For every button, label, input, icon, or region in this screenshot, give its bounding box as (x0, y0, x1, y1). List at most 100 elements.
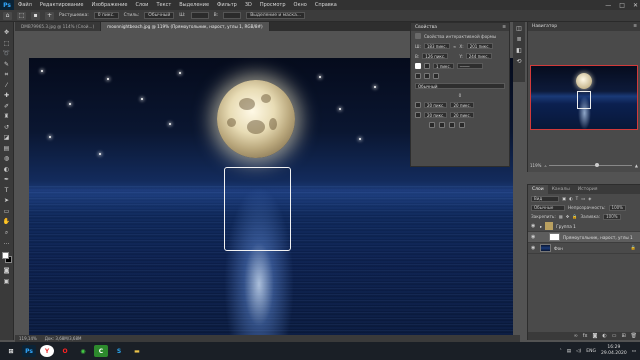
link-layers-icon[interactable]: ∞ (574, 333, 578, 339)
cap-icon[interactable] (424, 73, 430, 79)
add-selection-icon[interactable]: + (45, 11, 54, 20)
align-stroke-icon[interactable] (415, 73, 421, 79)
move-tool-icon[interactable]: ✥ (2, 28, 11, 37)
screen-mode-icon[interactable]: ▣ (2, 277, 11, 286)
type-tool-icon[interactable]: T (2, 186, 11, 195)
chrome-icon[interactable]: ◉ (76, 345, 90, 357)
lasso-tool-icon[interactable]: ➰ (2, 49, 11, 58)
properties-panel-icon[interactable]: ≣ (516, 36, 521, 43)
eye-icon[interactable]: ◉ (531, 234, 537, 240)
healing-tool-icon[interactable]: ✚ (2, 91, 11, 100)
eraser-tool-icon[interactable]: ◪ (2, 133, 11, 142)
rounded-rectangle-shape[interactable] (224, 167, 291, 251)
home-icon[interactable]: ⌂ (3, 11, 12, 20)
notifications-icon[interactable]: ▭ (632, 349, 636, 354)
adjustment-layer-icon[interactable]: ◐ (602, 333, 606, 339)
filter-pixel-icon[interactable]: ▣ (562, 196, 566, 201)
tab-history[interactable]: История (574, 185, 602, 194)
gradient-tool-icon[interactable]: ▤ (2, 144, 11, 153)
panel-menu-icon[interactable]: ≡ (633, 24, 637, 29)
path-select-tool-icon[interactable]: ➤ (2, 196, 11, 205)
adjustments-panel-icon[interactable]: ◧ (516, 47, 522, 54)
path-op-combine-icon[interactable] (429, 122, 435, 128)
photoshop-taskbar-icon[interactable]: Ps (22, 345, 36, 357)
camtasia-icon[interactable]: C (94, 345, 108, 357)
pen-tool-icon[interactable]: ✒ (2, 175, 11, 184)
color-swatches[interactable] (1, 251, 13, 265)
menu-3d[interactable]: 3D (241, 2, 256, 8)
shape-height-input[interactable]: 126 пикс. (422, 53, 449, 59)
windows-start-icon[interactable]: ⊞ (4, 345, 18, 357)
shape-y-input[interactable]: 244 пикс. (465, 53, 492, 59)
marquee-icon[interactable]: ⬚ (17, 11, 26, 20)
menu-image[interactable]: Изображение (87, 2, 131, 8)
eye-icon[interactable]: ◉ (531, 223, 537, 229)
stroke-width-input[interactable]: 1 пикс. (433, 63, 454, 69)
add-mask-icon[interactable]: ◙ (592, 333, 597, 339)
new-group-icon[interactable]: ▭ (612, 333, 617, 339)
tab-layers[interactable]: Слои (528, 185, 548, 194)
stroke-type-select[interactable]: ──── (456, 63, 483, 69)
corner-top-left-input[interactable]: 20 пикс. (424, 102, 448, 108)
shape-tool-icon[interactable]: ▭ (2, 207, 11, 216)
quick-select-tool-icon[interactable]: ✎ (2, 60, 11, 69)
brush-tool-icon[interactable]: ✐ (2, 102, 11, 111)
lock-position-icon[interactable]: ✥ (566, 214, 570, 219)
new-layer-icon[interactable]: ⊞ (621, 333, 625, 339)
stroke-swatch[interactable] (424, 63, 430, 69)
stamp-tool-icon[interactable]: ♜ (2, 112, 11, 121)
shape-width-input[interactable]: 183 пикс. (423, 43, 450, 49)
shape-x-input[interactable]: 201 пикс. (466, 43, 493, 49)
zoom-slider-handle[interactable] (594, 162, 599, 167)
path-op-exclude-icon[interactable] (459, 122, 465, 128)
language-indicator[interactable]: ENG (586, 349, 596, 354)
layer-filter-select[interactable]: Вид (531, 195, 559, 202)
zoom-in-icon[interactable]: ▲ (635, 163, 638, 168)
navigator-panel-icon[interactable]: ◫ (516, 25, 522, 32)
filter-shape-icon[interactable]: ▭ (581, 196, 585, 201)
zoom-level[interactable]: 119,14% (19, 336, 37, 341)
expand-arrow-icon[interactable]: ▸ (540, 224, 542, 229)
layer-row[interactable]: ◉ ▸ Группа 1 (528, 221, 640, 232)
menu-help[interactable]: Справка (311, 2, 341, 8)
close-button[interactable]: ✕ (633, 2, 638, 9)
join-icon[interactable] (433, 73, 439, 79)
layer-row[interactable]: ◉ Прямоугольник, нарост, углы 1 (528, 232, 640, 243)
menu-edit[interactable]: Редактирование (36, 2, 88, 8)
delete-layer-icon[interactable]: 🗑 (631, 333, 637, 339)
menu-view[interactable]: Просмотр (256, 2, 290, 8)
opacity-input[interactable]: 100% (608, 204, 626, 211)
panel-menu-icon[interactable]: ≡ (502, 25, 506, 30)
eyedropper-tool-icon[interactable]: ⁄ (2, 81, 11, 90)
fill-input[interactable]: 100% (603, 213, 621, 220)
menu-layers[interactable]: Слои (131, 2, 152, 8)
new-selection-icon[interactable]: ▪ (31, 11, 40, 20)
foreground-color-swatch[interactable] (1, 251, 9, 259)
skype-icon[interactable]: S (112, 345, 126, 357)
path-op-subtract-icon[interactable] (439, 122, 445, 128)
opera-icon[interactable]: O (58, 345, 72, 357)
filter-type-icon[interactable]: T (576, 196, 579, 201)
menu-type[interactable]: Текст (152, 2, 175, 8)
menu-filter[interactable]: Фильтр (213, 2, 241, 8)
layer-row[interactable]: ◉ Фон 🔒 (528, 243, 640, 254)
clock[interactable]: 16:29 29.04.2020 (601, 345, 627, 357)
eye-icon[interactable]: ◉ (531, 245, 537, 251)
yandex-browser-icon[interactable]: Y (40, 345, 54, 357)
tab-channels[interactable]: Каналы (548, 185, 574, 194)
filter-adjustment-icon[interactable]: ◐ (569, 196, 573, 201)
tray-up-arrow-icon[interactable]: ˄ (560, 349, 562, 354)
quick-mask-icon[interactable]: ◙ (2, 266, 11, 275)
tab-document-1[interactable]: DMB79965.3.jpg @ 114% (Слой...) (15, 22, 102, 31)
blur-tool-icon[interactable]: ◍ (2, 154, 11, 163)
zoom-slider[interactable] (549, 162, 632, 167)
history-brush-tool-icon[interactable]: ↺ (2, 123, 11, 132)
style-select[interactable]: Обычный (144, 12, 175, 19)
history-panel-icon[interactable]: ⟲ (516, 58, 521, 65)
zoom-out-icon[interactable]: ▵ (544, 163, 546, 168)
zoom-value[interactable]: 119% (530, 163, 541, 168)
corner-bottom-left-input[interactable]: 20 пикс. (424, 112, 448, 118)
layer-blend-mode-select[interactable]: Обычные (531, 204, 565, 211)
width-input[interactable] (190, 12, 209, 19)
select-and-mask-button[interactable]: Выделение и маска... (246, 12, 306, 19)
